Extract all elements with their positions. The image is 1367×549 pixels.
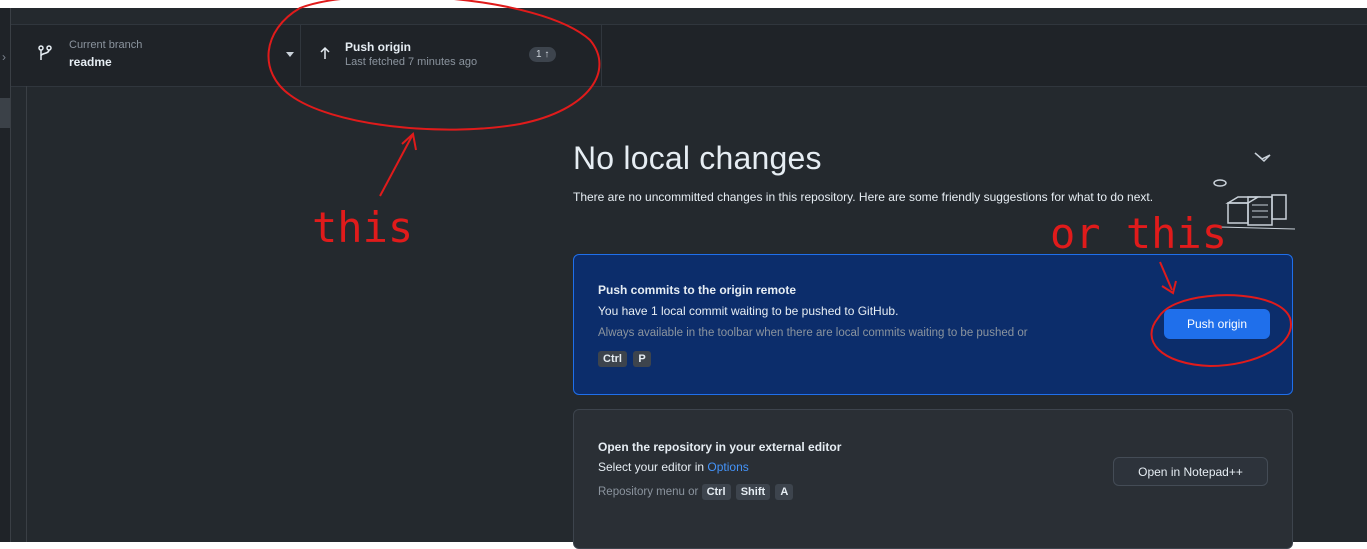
selected-tab-marker	[0, 98, 10, 128]
caret-down-icon	[286, 52, 294, 57]
kbd-p: P	[633, 351, 651, 367]
kbd-ctrl: Ctrl	[701, 484, 731, 500]
push-commits-card: Push commits to the origin remote You ha…	[573, 254, 1293, 395]
editor-card-hint: Repository menu or Ctrl Shift A	[598, 484, 795, 500]
push-card-description: You have 1 local commit waiting to be pu…	[598, 304, 899, 318]
left-edge-panel: ›	[0, 8, 11, 542]
open-editor-card: Open the repository in your external edi…	[573, 409, 1293, 549]
current-branch-name: readme	[69, 55, 112, 69]
kbd-ctrl: Ctrl	[598, 351, 627, 367]
empty-state-illustration	[1213, 152, 1296, 230]
chevron-right-icon[interactable]: ›	[2, 50, 6, 64]
page-title: No local changes	[573, 140, 822, 176]
editor-card-description-text: Select your editor in	[598, 460, 708, 474]
current-branch-button[interactable]: Current branch readme	[25, 25, 301, 86]
sidebar-divider	[26, 86, 27, 542]
push-origin-label: Push origin	[345, 40, 411, 54]
last-fetched-text: Last fetched 7 minutes ago	[345, 56, 478, 68]
git-branch-icon	[38, 45, 52, 60]
toolbar: Current branch readme Push origin Last f…	[11, 24, 1367, 87]
commits-ahead-badge: 1 ↑	[529, 47, 557, 62]
kbd-a: A	[775, 484, 794, 500]
open-in-editor-button[interactable]: Open in Notepad++	[1113, 457, 1268, 486]
push-shortcut: Ctrl P	[598, 349, 653, 367]
arrow-up-icon	[320, 46, 330, 59]
page-description: There are no uncommitted changes in this…	[573, 190, 1154, 204]
push-card-hint: Always available in the toolbar when the…	[598, 327, 1028, 339]
editor-card-description: Select your editor in Options	[598, 460, 749, 474]
no-changes-header: No local changes There are no uncommitte…	[573, 140, 1295, 207]
push-origin-toolbar-button[interactable]: Push origin Last fetched 7 minutes ago 1…	[301, 25, 602, 86]
editor-card-title: Open the repository in your external edi…	[598, 440, 842, 454]
push-card-title: Push commits to the origin remote	[598, 283, 797, 297]
current-branch-label: Current branch	[69, 39, 143, 51]
kbd-shift: Shift	[735, 484, 771, 500]
options-link[interactable]: Options	[707, 460, 748, 474]
push-origin-button[interactable]: Push origin	[1164, 309, 1270, 339]
editor-hint-text: Repository menu or	[598, 486, 699, 498]
